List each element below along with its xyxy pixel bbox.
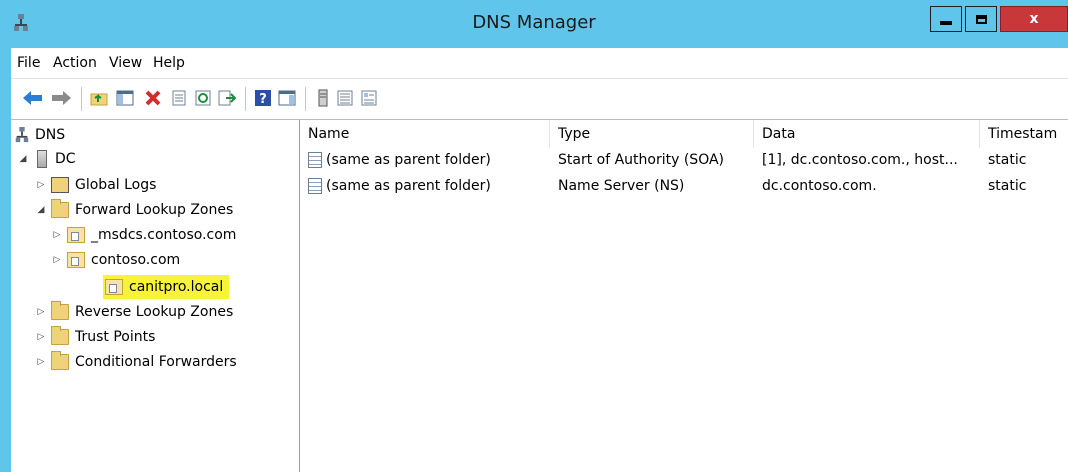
column-header-name[interactable]: Name [300, 120, 550, 148]
record-data: dc.contoso.com. [762, 178, 877, 194]
tree-node-msdcs[interactable]: ▷ _msdcs.contoso.com [51, 224, 236, 246]
menu-bar: File Action View Help [11, 48, 1068, 79]
column-header-type[interactable]: Type [550, 120, 754, 148]
folder-icon [51, 351, 69, 370]
collapse-arrow-icon[interactable]: ◢ [17, 154, 29, 164]
toolbar-separator [305, 87, 306, 111]
toolbar-separator [81, 87, 82, 111]
record-name-cell: (same as parent folder) [308, 178, 548, 194]
record-type: Name Server (NS) [558, 178, 685, 194]
tree-label: Reverse Lookup Zones [75, 304, 234, 320]
menu-action[interactable]: Action [53, 55, 97, 71]
menu-file[interactable]: File [17, 55, 40, 71]
refresh-icon[interactable] [193, 88, 213, 108]
record-name-cell: (same as parent folder) [308, 152, 548, 168]
zone-icon [67, 252, 85, 268]
server-icon [37, 150, 47, 168]
record-timestamp: static [988, 178, 1027, 194]
tree-node-global-logs[interactable]: ▷ Global Logs [35, 174, 156, 196]
detail-view-icon[interactable] [359, 88, 379, 108]
back-arrow-icon[interactable] [23, 88, 43, 108]
expand-arrow-icon[interactable]: ▷ [35, 357, 47, 367]
record-name: (same as parent folder) [326, 178, 491, 194]
expand-arrow-icon[interactable]: ▷ [35, 180, 47, 190]
table-row[interactable]: (same as parent folder) Name Server (NS)… [300, 174, 1068, 200]
tree-node-conditional-forwarders[interactable]: ▷ Conditional Forwarders [35, 351, 237, 373]
console-tree: DNS ◢ DC ▷ Global Logs ◢ Forward Lookup … [11, 120, 296, 472]
zone-icon [105, 279, 123, 295]
tree-node-dns[interactable]: DNS [15, 124, 65, 146]
record-icon [308, 152, 322, 168]
toolbar-separator [245, 87, 246, 111]
tree-node-contoso[interactable]: ▷ contoso.com [51, 249, 180, 271]
maximize-icon [975, 14, 987, 24]
tree-label: Global Logs [75, 177, 157, 193]
tree-label: contoso.com [91, 252, 181, 268]
folder-icon [51, 326, 69, 345]
dns-icon [15, 127, 29, 143]
record-data: [1], dc.contoso.com., host... [762, 152, 958, 168]
svg-text:?: ? [259, 92, 267, 106]
tree-label: canitpro.local [129, 279, 224, 295]
records-list: Name Type Data Timestam (same as parent … [300, 120, 1068, 472]
app-window: DNS Manager x File Action View Help ? DN… [0, 0, 1068, 472]
properties-icon[interactable] [169, 88, 189, 108]
expand-arrow-icon[interactable]: ▷ [51, 230, 63, 240]
minimize-icon [940, 21, 952, 25]
record-name: (same as parent folder) [326, 152, 491, 168]
record-timestamp: static [988, 152, 1027, 168]
minimize-button[interactable] [930, 6, 962, 32]
tree-node-reverse-lookup-zones[interactable]: ▷ Reverse Lookup Zones [35, 301, 233, 323]
menu-help[interactable]: Help [153, 55, 185, 71]
expand-arrow-icon[interactable]: ▷ [35, 332, 47, 342]
tree-node-dc[interactable]: ◢ DC [17, 148, 76, 170]
expand-arrow-icon[interactable]: ▷ [51, 255, 63, 265]
record-icon [308, 178, 322, 194]
window-title: DNS Manager [472, 12, 596, 33]
help-icon[interactable]: ? [253, 88, 273, 108]
table-row[interactable]: (same as parent folder) Start of Authori… [300, 148, 1068, 174]
tree-label: Trust Points [75, 329, 156, 345]
column-header-timestamp[interactable]: Timestam [980, 120, 1068, 148]
tree-node-trust-points[interactable]: ▷ Trust Points [35, 326, 155, 348]
tree-label: Forward Lookup Zones [75, 202, 234, 218]
show-action-pane-icon[interactable] [277, 88, 297, 108]
title-bar[interactable]: DNS Manager x [0, 0, 1068, 48]
tree-label: Conditional Forwarders [75, 354, 237, 370]
tree-label: DC [55, 151, 76, 167]
forward-arrow-icon[interactable] [51, 88, 71, 108]
list-view-icon[interactable] [335, 88, 355, 108]
toolbar: ? [11, 79, 1068, 120]
close-icon: x [1029, 11, 1039, 27]
tree-label: _msdcs.contoso.com [91, 227, 237, 243]
global-logs-icon [51, 177, 69, 193]
collapse-arrow-icon[interactable]: ◢ [35, 205, 47, 215]
expand-arrow-icon[interactable]: ▷ [35, 307, 47, 317]
close-button[interactable]: x [1000, 6, 1068, 32]
column-header-data[interactable]: Data [754, 120, 980, 148]
folder-icon [51, 301, 69, 320]
maximize-button[interactable] [965, 6, 997, 32]
client-area: File Action View Help ? DNS ◢ DC ▷ Globa… [11, 48, 1068, 472]
folder-icon [51, 199, 69, 218]
export-list-icon[interactable] [217, 88, 237, 108]
tree-label: DNS [35, 127, 66, 143]
server-icon[interactable] [313, 88, 333, 108]
menu-view[interactable]: View [109, 55, 142, 71]
zone-icon [67, 227, 85, 243]
up-folder-icon[interactable] [89, 88, 109, 108]
tree-node-forward-lookup-zones[interactable]: ◢ Forward Lookup Zones [35, 199, 233, 221]
delete-icon[interactable] [143, 88, 163, 108]
show-hide-console-tree-icon[interactable] [115, 88, 135, 108]
record-type: Start of Authority (SOA) [558, 152, 725, 168]
tree-node-canitpro-selected[interactable]: canitpro.local [103, 275, 230, 299]
